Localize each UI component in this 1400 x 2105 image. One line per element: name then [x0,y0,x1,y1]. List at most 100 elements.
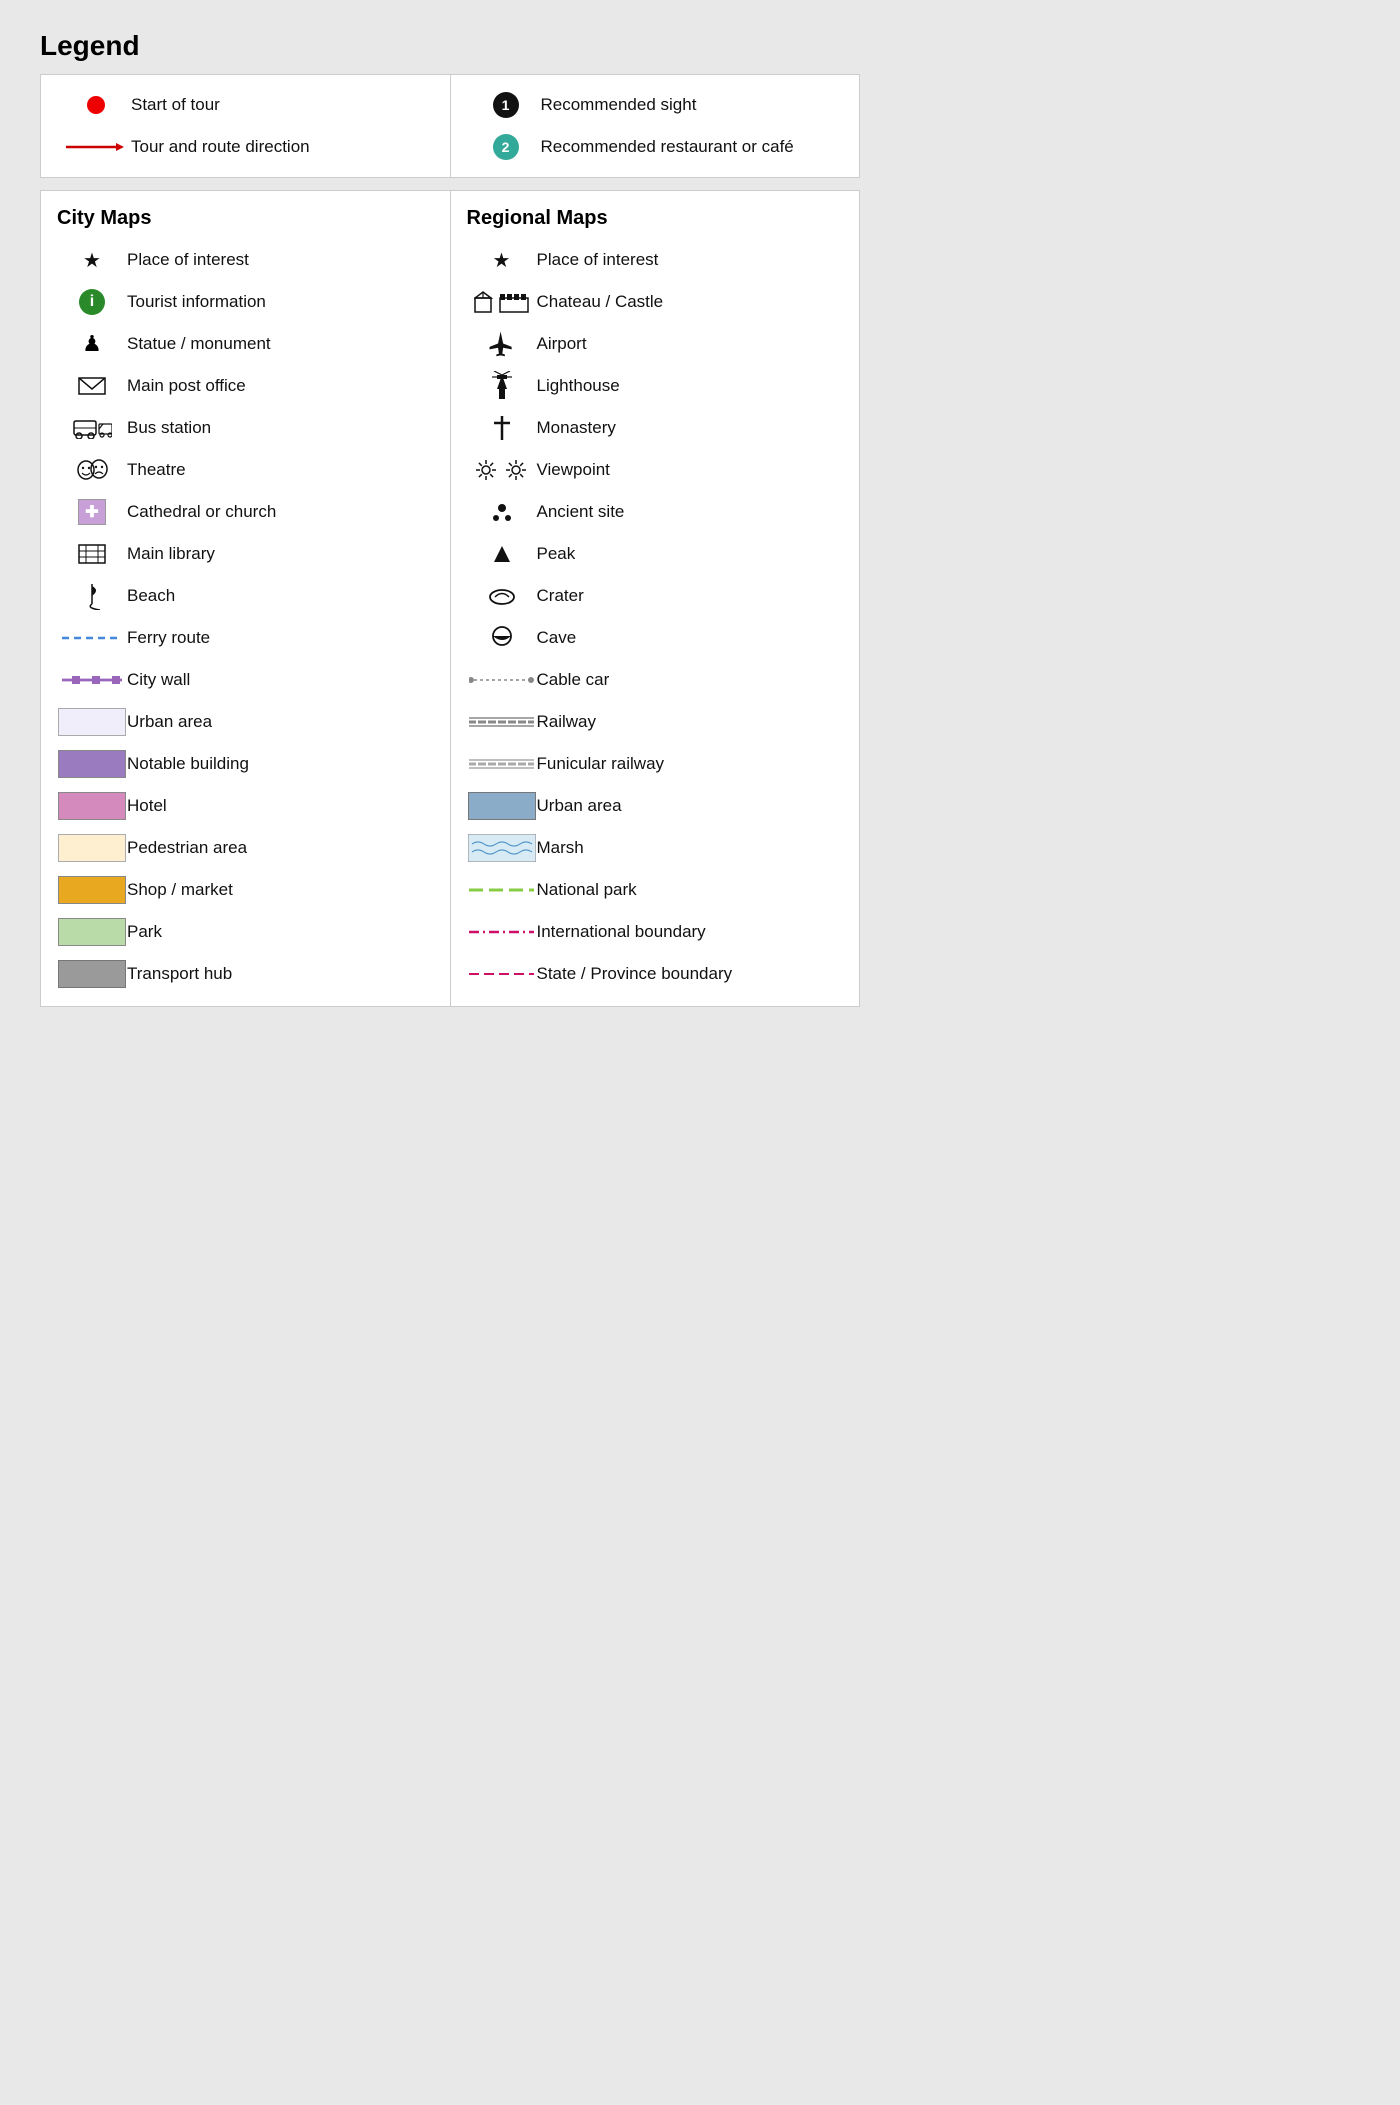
shop-market-icon [57,876,127,904]
city-wall-icon [57,673,127,687]
list-item: Main library [57,538,440,570]
shop-market-label: Shop / market [127,879,440,901]
beach-icon [57,582,127,610]
list-item: Ancient site [467,496,850,528]
peak-label: Peak [537,543,850,565]
legend-title: Legend [40,30,860,62]
cathedral-icon: ✚ [57,499,127,525]
list-item: Transport hub [57,958,440,990]
list-item: Notable building [57,748,440,780]
red-arrow-icon [61,137,131,157]
viewpoint-icon [467,458,537,482]
intl-boundary-icon [467,925,537,939]
post-office-icon [57,376,127,396]
list-item: International boundary [467,916,850,948]
urban-area-city-label: Urban area [127,711,440,733]
lighthouse-icon [467,371,537,401]
list-item: Hotel [57,790,440,822]
post-office-label: Main post office [127,375,440,397]
top-left: Start of tour Tour and route direction [41,75,451,177]
cable-car-label: Cable car [537,669,850,691]
list-item: Shop / market [57,874,440,906]
funicular-label: Funicular railway [537,753,850,775]
list-item: Park [57,916,440,948]
pedestrian-area-icon [57,834,127,862]
viewpoint-label: Viewpoint [537,459,850,481]
theatre-icon [57,458,127,482]
recommended-sight-icon: 1 [471,92,541,118]
notable-building-icon [57,750,127,778]
list-item: Pedestrian area [57,832,440,864]
list-item: Ferry route [57,622,440,654]
statue-label: Statue / monument [127,333,440,355]
list-item: ♟ Statue / monument [57,328,440,360]
list-item: i Tourist information [57,286,440,318]
list-item: Monastery [467,412,850,444]
list-item: Funicular railway [467,748,850,780]
castle-label: Chateau / Castle [537,291,850,313]
recommended-restaurant-icon: 2 [471,134,541,160]
urban-area-regional-icon [467,792,537,820]
ancient-site-label: Ancient site [537,501,850,523]
airport-icon [467,329,537,359]
recommended-sight-label: Recommended sight [541,94,840,116]
library-icon [57,541,127,567]
list-item: Railway [467,706,850,738]
hotel-label: Hotel [127,795,440,817]
monastery-label: Monastery [537,417,850,439]
top-section: Start of tour Tour and route direction 1… [40,74,860,178]
top-right: 1 Recommended sight 2 Recommended restau… [451,75,860,177]
list-item: Airport [467,328,850,360]
marsh-label: Marsh [537,837,850,859]
beach-label: Beach [127,585,440,607]
red-dot-icon [61,96,131,114]
list-item: Urban area [467,790,850,822]
tourist-info-label: Tourist information [127,291,440,313]
park-label: Park [127,921,440,943]
list-item: Main post office [57,370,440,402]
list-item: ★ Place of interest [467,244,850,276]
urban-area-city-icon [57,708,127,736]
start-of-tour-label: Start of tour [131,94,430,116]
funicular-icon [467,757,537,771]
crater-icon [467,585,537,607]
bus-station-icon [57,417,127,439]
statue-icon: ♟ [57,331,127,357]
national-park-icon [467,883,537,897]
list-item: Chateau / Castle [467,286,850,318]
monastery-icon [467,414,537,442]
regional-maps-panel: Regional Maps ★ Place of interest [450,190,861,1007]
city-maps-panel: City Maps ★ Place of interest i Tourist … [40,190,450,1007]
state-boundary-icon [467,967,537,981]
list-item: Bus station [57,412,440,444]
tour-route-label: Tour and route direction [131,136,430,158]
ferry-route-label: Ferry route [127,627,440,649]
list-item: Urban area [57,706,440,738]
city-maps-title: City Maps [57,207,440,230]
bottom-section: City Maps ★ Place of interest i Tourist … [40,190,860,1007]
place-interest-icon: ★ [57,248,127,273]
cable-car-icon [467,673,537,687]
transport-hub-icon [57,960,127,988]
cave-icon [467,626,537,650]
urban-area-regional-label: Urban area [537,795,850,817]
regional-maps-title: Regional Maps [467,207,850,230]
airport-label: Airport [537,333,850,355]
legend-container: Legend Start of tour Tour and route dire… [20,20,880,1027]
regional-place-interest-label: Place of interest [537,249,850,271]
state-boundary-label: State / Province boundary [537,963,850,985]
cathedral-label: Cathedral or church [127,501,440,523]
list-item: State / Province boundary [467,958,850,990]
crater-label: Crater [537,585,850,607]
pedestrian-area-label: Pedestrian area [127,837,440,859]
theatre-label: Theatre [127,459,440,481]
list-item: Cable car [467,664,850,696]
place-interest-label: Place of interest [127,249,440,271]
list-item: ✚ Cathedral or church [57,496,440,528]
list-item: 1 Recommended sight [471,89,840,121]
hotel-icon [57,792,127,820]
tourist-info-icon: i [57,289,127,315]
list-item: Crater [467,580,850,612]
list-item: Tour and route direction [61,131,430,163]
ancient-site-icon [467,500,537,524]
